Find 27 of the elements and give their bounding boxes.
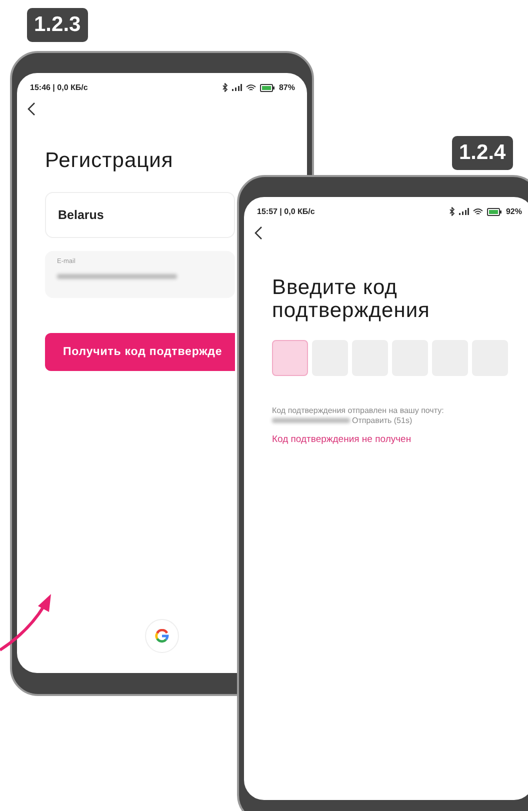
country-field[interactable]: Belarus	[45, 192, 235, 238]
back-icon[interactable]	[27, 102, 36, 116]
status-time: 15:57 | 0,0 КБ/с	[257, 207, 315, 216]
bluetooth-icon	[448, 207, 455, 216]
code-digit-field[interactable]	[272, 340, 308, 376]
step-badge: 1.2.4	[452, 136, 513, 170]
step-badge: 1.2.3	[27, 8, 88, 42]
screen-title: Введите код подтверждения	[272, 276, 431, 322]
signal-icon	[458, 208, 469, 215]
resend-countdown: Отправить (51s)	[352, 416, 412, 425]
back-icon[interactable]	[254, 226, 263, 240]
wifi-icon	[246, 84, 256, 92]
signal-icon	[232, 84, 242, 91]
curved-arrow	[0, 594, 54, 652]
social-login-button[interactable]	[145, 619, 179, 653]
status-time: 15:46 | 0,0 КБ/с	[30, 83, 88, 92]
battery-icon	[260, 84, 275, 92]
g-logo-icon	[155, 629, 169, 643]
battery-icon	[486, 208, 502, 216]
bluetooth-icon	[222, 83, 228, 92]
wifi-icon	[472, 208, 483, 216]
code-not-received-link[interactable]: Код подтверждения не получен	[272, 434, 528, 445]
battery-percentage: 87%	[278, 83, 295, 92]
get-code-button[interactable]: Получить код подтвержде	[45, 333, 235, 371]
code-sent-notice: Код подтверждения отправлен на вашу почту:	[272, 405, 445, 416]
battery-percentage: 92%	[506, 207, 522, 216]
screen-title: Регистрация	[45, 149, 174, 172]
